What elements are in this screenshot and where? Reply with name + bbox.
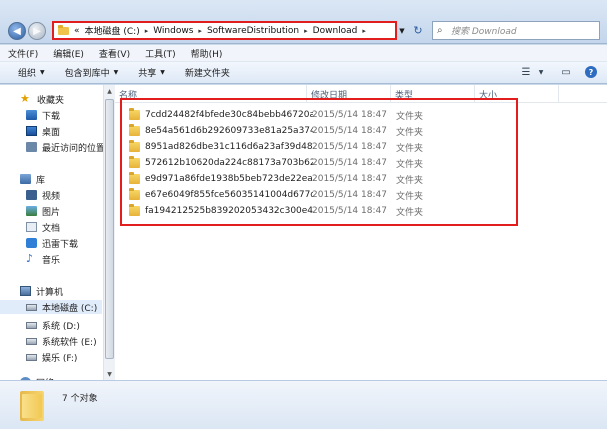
search-placeholder: 搜索 Download bbox=[451, 27, 517, 37]
menu-edit[interactable]: 编辑(E) bbox=[53, 47, 84, 60]
organize-button[interactable]: 组织 ▼ bbox=[18, 66, 45, 79]
view-dropdown-icon[interactable]: ▼ bbox=[535, 66, 547, 78]
sidebar-item-label: 下载 bbox=[42, 111, 61, 122]
new-folder-label: 新建文件夹 bbox=[184, 69, 230, 79]
pictures-icon bbox=[26, 206, 37, 216]
highlight-box bbox=[120, 98, 518, 226]
drive-icon bbox=[26, 303, 37, 311]
details-pane: 7 个对象 bbox=[0, 380, 607, 429]
refresh-icon: ↻ bbox=[413, 24, 423, 37]
include-in-library-button[interactable]: 包含到库中 ▼ bbox=[65, 66, 119, 79]
sidebar-item-pictures[interactable]: 图片 bbox=[26, 204, 60, 218]
breadcrumb-separator[interactable]: ▸ bbox=[304, 27, 308, 35]
address-input[interactable]: « 本地磁盘 (C:) ▸ Windows ▸ SoftwareDistribu… bbox=[52, 21, 397, 40]
sidebar-item-label: 图片 bbox=[42, 207, 61, 218]
scrollbar-thumb[interactable] bbox=[105, 99, 114, 359]
scroll-down-icon[interactable]: ▼ bbox=[104, 368, 115, 380]
command-bar: 组织 ▼ 包含到库中 ▼ 共享 ▼ 新建文件夹 ☰ ▼ ▭ ? bbox=[0, 62, 607, 84]
menu-tools[interactable]: 工具(T) bbox=[145, 47, 176, 60]
sidebar-item-label: 桌面 bbox=[42, 127, 61, 138]
sidebar-item-favorites[interactable]: ★ 收藏夹 bbox=[20, 92, 64, 106]
sidebar-item-label: 音乐 bbox=[42, 255, 61, 266]
menu-help[interactable]: 帮助(H) bbox=[191, 47, 223, 60]
dropdown-arrow-icon: ▼ bbox=[40, 69, 45, 76]
help-icon[interactable]: ? bbox=[585, 66, 597, 78]
downloads-icon bbox=[26, 110, 37, 120]
share-button[interactable]: 共享 ▼ bbox=[138, 66, 165, 79]
refresh-button[interactable]: ↻ bbox=[409, 21, 427, 40]
search-input[interactable]: ⌕ 搜索 Download bbox=[432, 21, 600, 40]
breadcrumb-download[interactable]: Download bbox=[313, 26, 358, 36]
address-bar-area: ◀ ▶ « 本地磁盘 (C:) ▸ Windows ▸ SoftwareDist… bbox=[0, 0, 607, 44]
breadcrumb-windows[interactable]: Windows bbox=[153, 26, 193, 36]
sidebar-item-label: 最近访问的位置 bbox=[42, 143, 105, 154]
back-arrow-icon: ◀ bbox=[13, 25, 21, 37]
drive-icon bbox=[26, 321, 37, 329]
library-icon bbox=[20, 174, 31, 184]
sidebar-item-label: 库 bbox=[36, 175, 46, 186]
address-dropdown-button[interactable]: ▼ bbox=[397, 21, 407, 40]
sidebar-item-downloads[interactable]: 下载 bbox=[26, 108, 60, 122]
breadcrumb-local-disk[interactable]: 本地磁盘 (C:) bbox=[85, 24, 140, 37]
sidebar-item-video[interactable]: 视频 bbox=[26, 188, 60, 202]
include-label: 包含到库中 bbox=[64, 69, 110, 79]
breadcrumb-separator[interactable]: ▸ bbox=[198, 27, 202, 35]
desktop-icon bbox=[26, 126, 37, 136]
sidebar-item-thunder[interactable]: 迅雷下载 bbox=[26, 236, 78, 250]
star-icon: ★ bbox=[20, 92, 30, 105]
folder-icon bbox=[20, 391, 44, 421]
sidebar-item-recent[interactable]: 最近访问的位置 bbox=[26, 140, 105, 154]
forward-button[interactable]: ▶ bbox=[28, 22, 46, 40]
breadcrumb-separator[interactable]: ▸ bbox=[145, 27, 149, 35]
sidebar-item-drive-d[interactable]: 系统 (D:) bbox=[26, 318, 80, 332]
sidebar-item-label: 本地磁盘 (C:) bbox=[42, 303, 98, 314]
sidebar-item-label: 文档 bbox=[42, 223, 61, 234]
dropdown-arrow-icon: ▼ bbox=[160, 69, 165, 76]
sidebar-item-documents[interactable]: 文档 bbox=[26, 220, 60, 234]
back-button[interactable]: ◀ bbox=[8, 22, 26, 40]
new-folder-button[interactable]: 新建文件夹 bbox=[185, 66, 230, 79]
sidebar-item-label: 收藏夹 bbox=[37, 95, 65, 106]
breadcrumb-softwaredistribution[interactable]: SoftwareDistribution bbox=[207, 26, 299, 36]
music-icon: ♪ bbox=[26, 252, 34, 265]
video-icon bbox=[26, 190, 37, 200]
drive-icon bbox=[26, 353, 37, 361]
sidebar-item-label: 视频 bbox=[42, 191, 61, 202]
chevron-down-icon: ▼ bbox=[399, 26, 405, 35]
computer-icon bbox=[20, 286, 31, 296]
sidebar-item-label: 迅雷下载 bbox=[42, 239, 79, 250]
sidebar-item-drive-c[interactable]: 本地磁盘 (C:) bbox=[0, 300, 102, 314]
sidebar-item-label: 系统软件 (E:) bbox=[42, 337, 97, 348]
menu-view[interactable]: 查看(V) bbox=[99, 47, 130, 60]
sidebar-item-label: 系统 (D:) bbox=[42, 321, 80, 332]
navigation-pane: ★ 收藏夹 下载 桌面 最近访问的位置 库 视频 图片 文档 迅雷下载 ♪ 音乐 计… bbox=[0, 85, 105, 380]
scroll-up-icon[interactable]: ▲ bbox=[104, 85, 115, 97]
menu-bar: 文件(F) 编辑(E) 查看(V) 工具(T) 帮助(H) bbox=[0, 45, 607, 62]
menu-file[interactable]: 文件(F) bbox=[8, 47, 38, 60]
preview-pane-icon[interactable]: ▭ bbox=[560, 66, 572, 78]
dropdown-arrow-icon: ▼ bbox=[113, 69, 119, 76]
sidebar-item-drive-f[interactable]: 娱乐 (F:) bbox=[26, 350, 77, 364]
sidebar-item-label: 计算机 bbox=[36, 287, 64, 298]
sidebar-item-library[interactable]: 库 bbox=[20, 172, 45, 186]
sidebar-item-music[interactable]: ♪ 音乐 bbox=[26, 252, 60, 266]
share-label: 共享 bbox=[138, 69, 157, 79]
search-icon: ⌕ bbox=[437, 25, 443, 36]
sidebar-item-computer[interactable]: 计算机 bbox=[20, 284, 63, 298]
breadcrumb-separator[interactable]: ▸ bbox=[362, 27, 366, 35]
view-options-icon[interactable]: ☰ bbox=[520, 66, 532, 78]
organize-label: 组织 bbox=[18, 69, 37, 79]
sidebar-item-label: 娱乐 (F:) bbox=[42, 353, 78, 364]
sidebar-item-desktop[interactable]: 桌面 bbox=[26, 124, 60, 138]
folder-icon bbox=[58, 24, 69, 35]
breadcrumb-overflow[interactable]: « bbox=[74, 26, 80, 36]
drive-icon bbox=[26, 337, 37, 345]
thunder-download-icon bbox=[26, 238, 37, 248]
forward-arrow-icon: ▶ bbox=[33, 25, 41, 37]
recent-places-icon bbox=[26, 142, 37, 152]
documents-icon bbox=[26, 222, 37, 232]
item-count: 7 个对象 bbox=[62, 394, 98, 404]
sidebar-item-drive-e[interactable]: 系统软件 (E:) bbox=[26, 334, 97, 348]
sidebar-scrollbar[interactable]: ▲ ▼ bbox=[103, 85, 115, 380]
